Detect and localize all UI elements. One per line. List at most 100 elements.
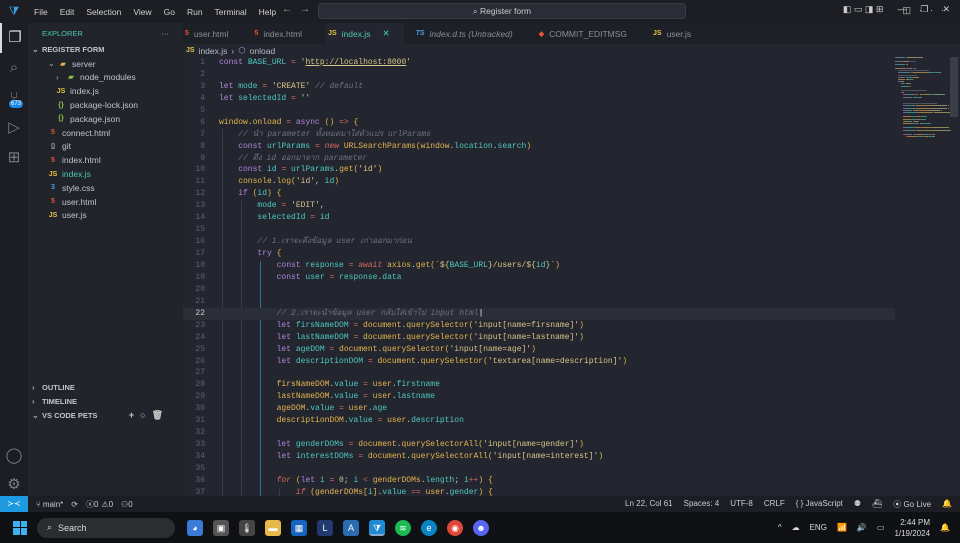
file-tree-item[interactable]: 3 style.css <box>28 181 183 195</box>
more-actions-icon[interactable]: ··· <box>919 5 952 15</box>
menu-terminal[interactable]: Terminal <box>215 7 247 17</box>
a-app-icon[interactable]: A <box>343 519 359 536</box>
tab[interactable]: 5 index.html <box>252 23 316 44</box>
more-actions-icon[interactable]: ··· <box>162 29 170 38</box>
windows-start-icon[interactable] <box>13 520 27 535</box>
tab[interactable]: TS index.d.ts (Untracked) <box>414 23 527 44</box>
file-tree-item[interactable]: {} package.json <box>28 112 183 126</box>
breadcrumb-symbol[interactable]: onload <box>250 46 276 56</box>
remote-icon[interactable]: ≻≺ <box>0 496 28 512</box>
code-token: lastNameDOM <box>295 332 354 342</box>
menu-go[interactable]: Go <box>164 7 175 17</box>
menu-view[interactable]: View <box>133 7 151 17</box>
code-token: selectedId <box>257 213 311 223</box>
code-line: 37 if (genderDOMs[i].value == user.gende… <box>183 487 895 496</box>
workspace-folder[interactable]: ⌄ REGISTER FORM <box>28 43 183 57</box>
source-control-icon[interactable]: ⑂ 673 <box>0 83 28 113</box>
encoding[interactable]: UTF-8 <box>730 499 753 510</box>
file-tree-item[interactable]: {} package-lock.json <box>28 98 183 112</box>
notifications-bell-icon[interactable]: 🔔 <box>940 523 950 532</box>
spotify-icon[interactable]: ≋ <box>395 519 411 536</box>
error-count[interactable]: 0 <box>94 500 98 509</box>
tab[interactable]: 5 user.html <box>183 23 242 44</box>
add-pet-icon[interactable]: + <box>129 410 140 420</box>
line-endings[interactable]: CRLF <box>764 499 785 510</box>
volume-icon[interactable]: 🔊 <box>857 523 867 532</box>
tab[interactable]: JS index.js ✕ <box>326 23 404 44</box>
menu-edit[interactable]: Edit <box>60 7 75 17</box>
account-icon[interactable]: ◯ <box>0 441 28 471</box>
file-tree-item[interactable]: JS index.js <box>28 167 183 181</box>
code-token: ) <box>334 177 340 187</box>
file-tree-item[interactable]: JS user.js <box>28 209 183 223</box>
scroll-thumb[interactable] <box>950 57 958 117</box>
language-mode[interactable]: { } JavaScript <box>796 499 843 510</box>
go-live-button[interactable]: ⦿ Go Live <box>893 499 931 510</box>
branch-indicator[interactable]: main* <box>43 500 63 509</box>
split-editor-icon[interactable]: ◫ <box>902 5 919 15</box>
file-tree-item[interactable]: 5 connect.html <box>28 126 183 140</box>
onedrive-icon[interactable]: ☁ <box>792 523 800 532</box>
extensions-icon[interactable]: ⊞ <box>0 143 28 173</box>
clock[interactable]: 2:44 PM 1/19/2024 <box>894 517 930 539</box>
command-center-search[interactable]: ⌕ Register form <box>318 3 686 19</box>
explorer-icon[interactable]: ❐ <box>0 23 28 53</box>
menu-selection[interactable]: Selection <box>86 7 121 17</box>
sync-icon[interactable]: ⟳ <box>71 500 78 509</box>
tab[interactable]: JS user.js <box>651 23 705 44</box>
store-app-icon[interactable]: ▦ <box>291 519 307 536</box>
forward-arrow-icon[interactable]: → <box>300 4 318 15</box>
ball-icon[interactable]: ○ <box>140 410 151 420</box>
pets-icon[interactable]: ⛴ <box>872 499 882 510</box>
menu-run[interactable]: Run <box>187 7 203 17</box>
cursor-position[interactable]: Ln 22, Col 61 <box>625 499 673 510</box>
code-token: ) <box>377 165 383 175</box>
search-icon[interactable]: ⌕ <box>0 53 28 83</box>
copilot-app-icon[interactable]: ◕ <box>187 519 203 536</box>
file-explorer-icon[interactable]: ▬ <box>265 519 281 536</box>
ports-count[interactable]: 0 <box>128 500 132 509</box>
file-tree-item[interactable]: › ▰ node_modules <box>28 71 183 85</box>
section-timeline[interactable]: › TIMELINE <box>28 395 183 409</box>
vscode-app-icon[interactable]: ⧩ <box>369 519 385 536</box>
close-tab-icon[interactable]: ✕ <box>382 28 389 39</box>
file-tree-item[interactable]: ▯ git <box>28 140 183 154</box>
discord-icon[interactable]: ☻ <box>473 519 489 536</box>
minimap-mark <box>897 70 929 72</box>
taskbar-search[interactable]: ⌕ Search <box>37 517 175 538</box>
battery-icon[interactable]: ▭ <box>877 523 885 532</box>
edge-icon[interactable]: e <box>421 519 437 536</box>
warning-count[interactable]: 0 <box>109 500 113 509</box>
chrome-icon[interactable]: ◉ <box>447 519 463 536</box>
wifi-icon[interactable]: 📶 <box>837 523 847 532</box>
copilot-icon[interactable]: ⚉ <box>854 499 861 510</box>
minimap[interactable] <box>895 57 955 227</box>
indentation[interactable]: Spaces: 4 <box>684 499 720 510</box>
thermometer-app-icon[interactable]: 🌡 <box>239 519 255 536</box>
file-tree-item[interactable]: ⌄ ▰ server <box>28 57 183 71</box>
file-tree-item[interactable]: JS index.js <box>28 84 183 98</box>
file-tree-item[interactable]: 5 user.html <box>28 195 183 209</box>
task-view-icon[interactable]: ▣ <box>213 519 229 536</box>
breadcrumb-file[interactable]: index.js <box>199 46 228 56</box>
input-language[interactable]: ENG <box>810 523 827 532</box>
editor-scrollbar[interactable] <box>948 57 958 496</box>
section-vscode-pets[interactable]: ⌄ VS CODE PETS +○🗑 <box>28 409 183 423</box>
section-outline[interactable]: › OUTLINE <box>28 381 183 395</box>
show-hidden-icons[interactable]: ^ <box>778 523 782 532</box>
code-editor[interactable]: 1 const BASE_URL = 'http://localhost:8000… <box>183 57 895 496</box>
l-app-icon[interactable]: L <box>317 519 333 536</box>
file-tree-item[interactable]: 5 index.html <box>28 153 183 167</box>
layout-toggle-icon[interactable]: ◧ ▭ ◨ ⊞ <box>843 4 884 15</box>
menu-help[interactable]: Help <box>259 7 276 17</box>
back-arrow-icon[interactable]: ← <box>282 4 300 15</box>
menu-file[interactable]: File <box>34 7 48 17</box>
notifications-icon[interactable]: 🔔 <box>942 499 952 510</box>
tab[interactable]: ◆ COMMIT_EDITMSG <box>537 23 641 44</box>
code-token: = <box>348 260 359 270</box>
code-token: document <box>377 356 416 366</box>
trash-icon[interactable]: 🗑 <box>152 410 169 420</box>
line-number: 34 <box>195 452 205 462</box>
run-debug-icon[interactable]: ▷ <box>0 113 28 143</box>
